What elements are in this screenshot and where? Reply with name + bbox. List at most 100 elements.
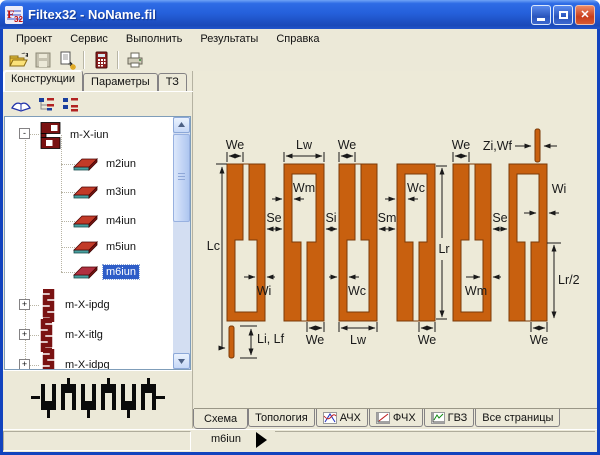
- book-icon[interactable]: [11, 97, 31, 112]
- export-document-button[interactable]: [55, 50, 79, 71]
- status-current-item: m6iun: [200, 433, 252, 445]
- f32-logo-icon: F 32: [5, 6, 23, 24]
- tab-pfc-label: ФЧХ: [393, 412, 416, 424]
- tree-item-label: m3iun: [103, 185, 139, 199]
- label-se-1: Se: [266, 211, 281, 225]
- open-file-button[interactable]: [7, 50, 31, 71]
- label-lr-half: Lr/2: [558, 273, 580, 287]
- minimize-icon: [537, 18, 545, 21]
- menu-results[interactable]: Результаты: [192, 31, 266, 47]
- tree-item-m3iun[interactable]: m3iun: [5, 180, 173, 204]
- label-we-b3: We: [530, 333, 549, 347]
- tree-item-m2iun[interactable]: m2iun: [5, 152, 173, 176]
- expand-tree-icon[interactable]: [39, 97, 55, 112]
- scroll-down-button[interactable]: [173, 353, 190, 369]
- label-lr: Lr: [438, 242, 449, 256]
- tab-afc-label: АЧХ: [340, 412, 361, 424]
- scroll-up-button[interactable]: [173, 117, 190, 133]
- label-zi-wf: Zi,Wf: [483, 139, 513, 153]
- result-tabs: Схема Топология АЧХ ФЧХ ГВЗ: [194, 409, 597, 429]
- tree-item-m-x-ipdg[interactable]: m-X-ipdg: [5, 288, 173, 322]
- label-we-r1: We: [226, 138, 245, 152]
- svg-text:32: 32: [14, 15, 23, 24]
- label-wi-r6: Wi: [552, 182, 567, 196]
- schematic-panel: We Lw We We Zi,Wf Se Si Sm Se Wm Wi Wc W…: [194, 71, 597, 409]
- open-folder-icon: [9, 50, 29, 70]
- tree-item-m6iun[interactable]: m6iun: [5, 260, 173, 284]
- tab-tz[interactable]: ТЗ: [158, 73, 187, 91]
- window-title: Filtex32 - NoName.fil: [28, 7, 156, 22]
- menu-service[interactable]: Сервис: [62, 31, 116, 47]
- save-button[interactable]: [31, 50, 55, 71]
- tab-parameters[interactable]: Параметры: [83, 73, 158, 91]
- input-feed-line: [229, 326, 234, 358]
- label-wm-r2: Wm: [293, 181, 315, 195]
- minimize-button[interactable]: [531, 5, 551, 25]
- menu-run[interactable]: Выполнить: [118, 31, 190, 47]
- label-lc: Lc: [207, 239, 220, 253]
- collapse-tree-icon[interactable]: [63, 97, 79, 112]
- calculator-icon: [91, 50, 111, 70]
- label-si: Si: [325, 211, 336, 225]
- tree-item-m-x-idpg[interactable]: m-X-idpg: [5, 348, 173, 370]
- label-se-2: Se: [492, 211, 507, 225]
- app-icon-f32: F 32: [5, 6, 23, 24]
- filter-type-preview: [3, 370, 192, 427]
- tree-item-m4iun[interactable]: m4iun: [5, 209, 173, 233]
- tab-gvz[interactable]: ГВЗ: [424, 409, 475, 427]
- left-panel: Конструкции Параметры ТЗ: [3, 71, 193, 428]
- board-icon: [73, 156, 99, 172]
- maximize-button[interactable]: [553, 5, 573, 25]
- status-left-panel: [3, 431, 191, 451]
- scroll-thumb-grip: [178, 173, 185, 174]
- tree-item-m-x-itlg[interactable]: m-X-itlg: [5, 318, 173, 352]
- calculate-button[interactable]: [89, 50, 113, 71]
- label-lw-b: Lw: [350, 333, 367, 347]
- tree-scrollbar: [173, 117, 190, 369]
- tree-item-m-x-iun[interactable]: m-X-iun: [5, 120, 173, 150]
- meander-icon: [39, 289, 56, 322]
- menu-help[interactable]: Справка: [268, 31, 327, 47]
- label-lw-r2: Lw: [296, 138, 313, 152]
- filter-glyph-icon: [31, 376, 165, 422]
- label-wm-r5: Wm: [465, 284, 487, 298]
- close-button[interactable]: ✕: [575, 5, 595, 25]
- tree-item-label-selected: m6iun: [103, 265, 139, 279]
- afc-chart-icon: [323, 412, 337, 424]
- menu-bar: Проект Сервис Выполнить Результаты Справ…: [3, 29, 597, 49]
- tree-item-label: m-X-itlg: [62, 328, 106, 342]
- left-panel-tabs: Конструкции Параметры ТЗ: [3, 71, 193, 92]
- run-play-button[interactable]: [256, 432, 267, 448]
- printer-icon: [125, 50, 145, 70]
- tab-topology[interactable]: Топология: [248, 409, 315, 427]
- label-wc-r3: Wc: [348, 284, 366, 298]
- toolbar: [3, 49, 597, 71]
- scroll-thumb[interactable]: [173, 134, 190, 222]
- tab-all-pages[interactable]: Все страницы: [475, 409, 560, 427]
- tab-constructions[interactable]: Конструкции: [3, 70, 83, 91]
- tree-item-label: m-X-iun: [67, 128, 112, 142]
- interdigital-icon: [39, 122, 63, 149]
- tab-afc[interactable]: АЧХ: [316, 409, 368, 427]
- tab-pfc[interactable]: ФЧХ: [369, 409, 423, 427]
- board-icon: [73, 184, 99, 200]
- print-button[interactable]: [123, 50, 147, 71]
- meander-icon: [39, 349, 56, 371]
- filter-schematic-svg: We Lw We We Zi,Wf Se Si Sm Se Wm Wi Wc W…: [194, 71, 596, 408]
- menu-project[interactable]: Проект: [8, 31, 60, 47]
- tree-item-m5iun[interactable]: m5iun: [5, 235, 173, 259]
- tab-schema[interactable]: Схема: [194, 409, 247, 428]
- tab-gvz-label: ГВЗ: [448, 412, 468, 424]
- toolbar-separator: [117, 51, 119, 69]
- toolbar-separator: [83, 51, 85, 69]
- tree-item-label: m-X-idpg: [62, 358, 113, 370]
- tree-toolbar: [3, 92, 193, 116]
- status-bar: m6iun: [3, 429, 597, 452]
- maximize-icon: [559, 11, 568, 19]
- tree-item-label: m5iun: [103, 240, 139, 254]
- output-feed-line: [535, 129, 540, 162]
- arrow-up-icon: [174, 118, 189, 132]
- gvz-chart-icon: [431, 412, 445, 424]
- label-wc-r4: Wc: [407, 181, 425, 195]
- arrow-down-icon: [174, 354, 189, 368]
